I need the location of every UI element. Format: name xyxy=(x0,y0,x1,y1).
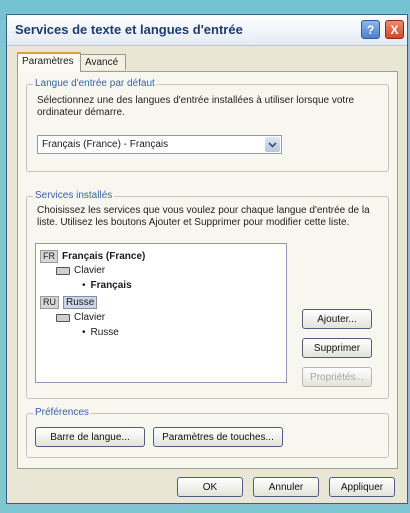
dialog-window: Services de texte et langues d'entrée ? … xyxy=(6,14,408,504)
window-title: Services de texte et langues d'entrée xyxy=(15,22,243,37)
key-settings-button[interactable]: Paramètres de touches... xyxy=(153,427,283,447)
tree-language-label: Français (France) xyxy=(62,251,146,262)
tree-category-label: Clavier xyxy=(74,312,106,323)
preferences-group: Préférences Barre de langue... Paramètre… xyxy=(26,407,389,458)
keyboard-icon xyxy=(56,266,70,275)
default-language-group-label: Langue d'entrée par défaut xyxy=(33,78,157,89)
installed-services-group: Services installés Choisissez les servic… xyxy=(26,190,389,399)
language-bar-button[interactable]: Barre de langue... xyxy=(35,427,145,447)
close-button[interactable]: X xyxy=(385,20,404,39)
tree-category-label: Clavier xyxy=(74,265,106,276)
bullet-icon: • xyxy=(82,280,86,291)
keyboard-icon xyxy=(56,313,70,322)
default-language-description: Sélectionnez une des langues d'entrée in… xyxy=(37,95,355,118)
tree-language-label: Russe xyxy=(63,296,98,309)
default-language-group: Langue d'entrée par défaut Sélectionnez … xyxy=(26,78,389,172)
installed-services-list[interactable]: FR Français (France) Clavier • Français … xyxy=(35,243,287,383)
tab-avance[interactable]: Avancé xyxy=(80,54,126,70)
language-code-badge: RU xyxy=(40,296,59,309)
ok-button[interactable]: OK xyxy=(177,477,243,497)
default-language-value: Français (France) - Français xyxy=(42,139,169,150)
tree-layout-label: Français xyxy=(90,280,132,291)
title-bar[interactable]: Services de texte et langues d'entrée ? … xyxy=(7,15,407,46)
preferences-group-label: Préférences xyxy=(33,407,91,418)
tree-language-ru[interactable]: RU Russe xyxy=(40,296,98,309)
tree-layout-fr[interactable]: • Français xyxy=(82,280,132,291)
installed-services-description: Choisissez les services que vous voulez … xyxy=(37,205,370,228)
tree-category-ru[interactable]: Clavier xyxy=(56,312,105,323)
add-button[interactable]: Ajouter... xyxy=(302,309,372,329)
settings-tab-panel: Langue d'entrée par défaut Sélectionnez … xyxy=(17,71,398,469)
cancel-button[interactable]: Annuler xyxy=(253,477,319,497)
tree-layout-ru[interactable]: • Russe xyxy=(82,327,119,338)
installed-services-group-label: Services installés xyxy=(33,190,115,201)
properties-button[interactable]: Propriétés... xyxy=(302,367,372,387)
bullet-icon: • xyxy=(82,327,86,338)
apply-button[interactable]: Appliquer xyxy=(329,477,395,497)
tree-layout-label: Russe xyxy=(90,327,119,338)
tree-language-fr[interactable]: FR Français (France) xyxy=(40,250,145,263)
tab-parametres[interactable]: Paramètres xyxy=(17,52,81,72)
chevron-down-icon[interactable] xyxy=(265,137,280,152)
default-language-select[interactable]: Français (France) - Français xyxy=(37,135,282,154)
help-button[interactable]: ? xyxy=(361,20,380,39)
language-code-badge: FR xyxy=(40,250,58,263)
tree-category-fr[interactable]: Clavier xyxy=(56,265,105,276)
remove-button[interactable]: Supprimer xyxy=(302,338,372,358)
